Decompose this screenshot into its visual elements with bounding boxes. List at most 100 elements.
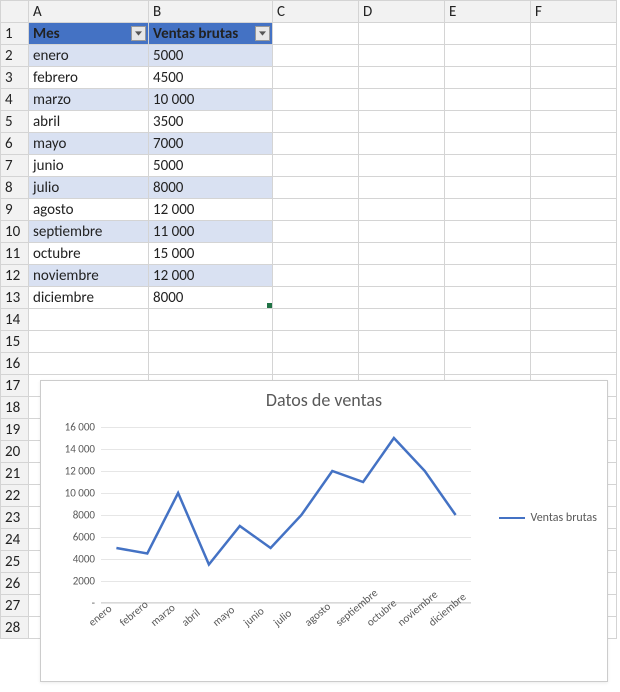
cell[interactable] xyxy=(273,111,359,133)
row-header-10[interactable]: 10 xyxy=(1,221,29,243)
cell[interactable] xyxy=(273,287,359,309)
cell-mes[interactable]: mayo xyxy=(29,133,149,155)
cell[interactable] xyxy=(29,309,149,331)
col-header-b[interactable]: B xyxy=(149,1,273,23)
cell[interactable] xyxy=(531,111,617,133)
cell-ventas[interactable]: 8000 xyxy=(149,177,273,199)
cell[interactable] xyxy=(531,45,617,67)
row-header-18[interactable]: 18 xyxy=(1,397,29,419)
cell[interactable] xyxy=(273,309,359,331)
cell-ventas[interactable]: 5000 xyxy=(149,45,273,67)
cell[interactable] xyxy=(445,243,531,265)
row-header-23[interactable]: 23 xyxy=(1,507,29,529)
cell-ventas[interactable]: 12 000 xyxy=(149,265,273,287)
cell[interactable] xyxy=(273,45,359,67)
cell[interactable] xyxy=(273,265,359,287)
row-header-21[interactable]: 21 xyxy=(1,463,29,485)
cell[interactable] xyxy=(531,133,617,155)
cell[interactable] xyxy=(359,353,445,375)
cell[interactable] xyxy=(445,309,531,331)
cell[interactable] xyxy=(149,331,273,353)
cell[interactable] xyxy=(359,133,445,155)
cell[interactable] xyxy=(273,199,359,221)
row-header-5[interactable]: 5 xyxy=(1,111,29,133)
cell[interactable] xyxy=(359,155,445,177)
cell[interactable] xyxy=(359,199,445,221)
cell[interactable] xyxy=(531,177,617,199)
col-header-a[interactable]: A xyxy=(29,1,149,23)
cell[interactable] xyxy=(445,23,531,45)
cell[interactable] xyxy=(273,353,359,375)
col-header-d[interactable]: D xyxy=(359,1,445,23)
cell[interactable] xyxy=(531,353,617,375)
cell[interactable] xyxy=(359,309,445,331)
row-header-12[interactable]: 12 xyxy=(1,265,29,287)
cell[interactable] xyxy=(445,133,531,155)
cell-mes[interactable]: octubre xyxy=(29,243,149,265)
cell[interactable] xyxy=(445,287,531,309)
cell[interactable] xyxy=(273,23,359,45)
col-header-f[interactable]: F xyxy=(531,1,617,23)
table-header-mes[interactable]: Mes xyxy=(29,23,149,45)
cell[interactable] xyxy=(359,331,445,353)
cell-mes[interactable]: abril xyxy=(29,111,149,133)
cell[interactable] xyxy=(359,287,445,309)
cell[interactable] xyxy=(29,353,149,375)
cell-mes[interactable]: julio xyxy=(29,177,149,199)
row-header-28[interactable]: 28 xyxy=(1,617,29,639)
cell[interactable] xyxy=(531,155,617,177)
cell[interactable] xyxy=(359,67,445,89)
cell[interactable] xyxy=(359,243,445,265)
cell[interactable] xyxy=(531,287,617,309)
cell[interactable] xyxy=(149,309,273,331)
cell[interactable] xyxy=(359,177,445,199)
cell[interactable] xyxy=(273,221,359,243)
cell[interactable] xyxy=(531,23,617,45)
cell-mes[interactable]: septiembre xyxy=(29,221,149,243)
cell[interactable] xyxy=(531,331,617,353)
row-header-26[interactable]: 26 xyxy=(1,573,29,595)
row-header-22[interactable]: 22 xyxy=(1,485,29,507)
cell-ventas[interactable]: 12 000 xyxy=(149,199,273,221)
cell[interactable] xyxy=(359,89,445,111)
cell[interactable] xyxy=(445,331,531,353)
row-header-24[interactable]: 24 xyxy=(1,529,29,551)
fill-handle[interactable] xyxy=(267,303,272,308)
cell[interactable] xyxy=(359,111,445,133)
cell-ventas[interactable]: 15 000 xyxy=(149,243,273,265)
row-header-17[interactable]: 17 xyxy=(1,375,29,397)
cell-mes[interactable]: febrero xyxy=(29,67,149,89)
cell[interactable] xyxy=(531,243,617,265)
cell-ventas[interactable]: 4500 xyxy=(149,67,273,89)
cell[interactable] xyxy=(273,155,359,177)
cell[interactable] xyxy=(445,353,531,375)
row-header-15[interactable]: 15 xyxy=(1,331,29,353)
cell[interactable] xyxy=(445,221,531,243)
cell[interactable] xyxy=(445,67,531,89)
table-header-ventas[interactable]: Ventas brutas xyxy=(149,23,273,45)
cell[interactable] xyxy=(273,243,359,265)
cell-ventas[interactable]: 10 000 xyxy=(149,89,273,111)
cell-mes[interactable]: agosto xyxy=(29,199,149,221)
corner-cell[interactable] xyxy=(1,1,29,23)
cell[interactable] xyxy=(149,353,273,375)
row-header-8[interactable]: 8 xyxy=(1,177,29,199)
cell[interactable] xyxy=(445,155,531,177)
cell[interactable] xyxy=(531,89,617,111)
row-header-7[interactable]: 7 xyxy=(1,155,29,177)
cell-ventas[interactable]: 5000 xyxy=(149,155,273,177)
row-header-9[interactable]: 9 xyxy=(1,199,29,221)
cell-ventas[interactable]: 11 000 xyxy=(149,221,273,243)
row-header-25[interactable]: 25 xyxy=(1,551,29,573)
cell[interactable] xyxy=(531,221,617,243)
cell[interactable] xyxy=(273,133,359,155)
cell-ventas[interactable]: 7000 xyxy=(149,133,273,155)
cell[interactable] xyxy=(531,265,617,287)
filter-dropdown-icon[interactable] xyxy=(255,26,270,41)
cell[interactable] xyxy=(531,199,617,221)
row-header-16[interactable]: 16 xyxy=(1,353,29,375)
row-header-6[interactable]: 6 xyxy=(1,133,29,155)
cell[interactable] xyxy=(273,177,359,199)
cell[interactable] xyxy=(445,265,531,287)
cell[interactable] xyxy=(273,67,359,89)
